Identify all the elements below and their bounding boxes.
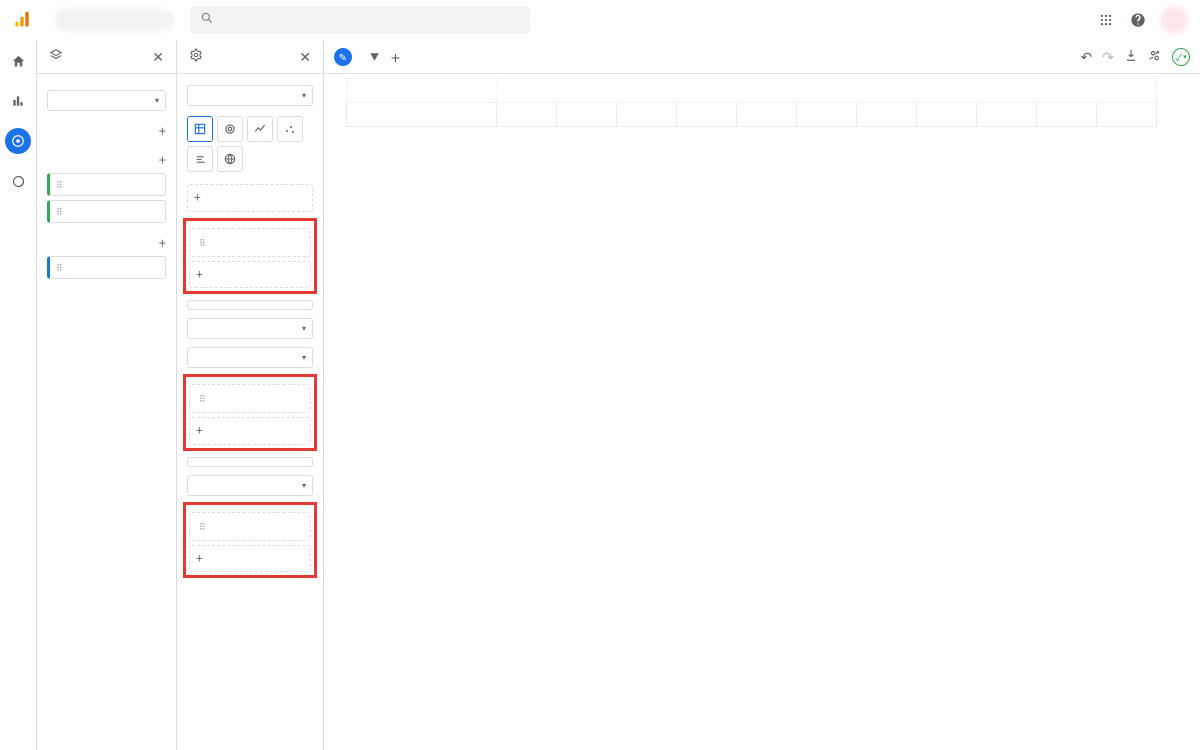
help-icon[interactable] bbox=[1124, 6, 1152, 34]
chevron-down-icon: ▾ bbox=[155, 95, 159, 106]
redo-icon[interactable]: ↷ bbox=[1102, 47, 1114, 67]
close-icon[interactable]: ✕ bbox=[299, 47, 311, 67]
rows-highlight: ⠿ + bbox=[183, 218, 317, 295]
left-rail bbox=[0, 40, 36, 750]
start-row-input[interactable] bbox=[187, 300, 313, 310]
result-table bbox=[334, 78, 1157, 127]
apps-icon[interactable] bbox=[1092, 6, 1120, 34]
metric-chip[interactable]: ⠿ bbox=[47, 256, 166, 279]
viz-donut-icon[interactable] bbox=[217, 116, 243, 142]
values-metric-drop[interactable]: + bbox=[189, 545, 311, 573]
cols-highlight: ⠿ + bbox=[183, 374, 317, 451]
segment-dropzone[interactable]: + bbox=[187, 184, 313, 212]
edit-icon: ✎ bbox=[334, 48, 352, 66]
add-metric-button[interactable]: + bbox=[159, 233, 166, 252]
technique-select[interactable]: ▾ bbox=[187, 85, 313, 106]
add-tab-button[interactable]: + bbox=[391, 45, 400, 69]
cols-dropzone[interactable]: ⠿ bbox=[189, 384, 311, 413]
show-rows-select[interactable]: ▾ bbox=[187, 318, 313, 339]
layers-icon bbox=[49, 48, 63, 66]
add-metric-col[interactable] bbox=[1097, 103, 1157, 127]
dimension-chip[interactable]: ⠿ bbox=[47, 173, 166, 196]
values-highlight: ⠿ + bbox=[183, 502, 317, 579]
viz-scatter-icon[interactable] bbox=[277, 116, 303, 142]
rows-dimension-drop[interactable]: + bbox=[189, 261, 311, 289]
share-icon[interactable] bbox=[1148, 47, 1162, 67]
gear-icon bbox=[189, 48, 203, 66]
nested-select[interactable]: ▾ bbox=[187, 347, 313, 368]
close-icon[interactable]: ✕ bbox=[152, 47, 164, 67]
chevron-down-icon: ▼ bbox=[370, 50, 379, 63]
avatar[interactable] bbox=[1160, 6, 1188, 34]
search-icon bbox=[200, 11, 214, 29]
start-col-input[interactable] bbox=[187, 457, 313, 467]
viz-geo-icon[interactable] bbox=[217, 146, 243, 172]
metric-col-header bbox=[497, 103, 557, 127]
rail-explore-icon[interactable] bbox=[5, 128, 31, 154]
analytics-logo-icon bbox=[12, 10, 32, 30]
drag-icon: ⠿ bbox=[56, 178, 62, 191]
rows-dropzone[interactable]: ⠿ bbox=[189, 228, 311, 257]
date-range-selector[interactable]: ▾ bbox=[47, 90, 166, 111]
dimension-chip[interactable]: ⠿ bbox=[47, 200, 166, 223]
drag-icon: ⠿ bbox=[56, 205, 62, 218]
download-icon[interactable] bbox=[1124, 47, 1138, 67]
add-segment-button[interactable]: + bbox=[159, 121, 166, 140]
viz-table-icon[interactable] bbox=[187, 116, 213, 142]
rail-advertising-icon[interactable] bbox=[5, 168, 31, 194]
search-input[interactable] bbox=[190, 6, 530, 34]
values-dropzone[interactable]: ⠿ bbox=[189, 512, 311, 541]
show-cols-select[interactable]: ▾ bbox=[187, 475, 313, 496]
undo-icon[interactable]: ↶ bbox=[1081, 47, 1093, 67]
property-selector[interactable] bbox=[54, 9, 174, 31]
cols-dimension-drop[interactable]: + bbox=[189, 417, 311, 445]
tab-freeform[interactable]: ✎ ▼ bbox=[334, 48, 379, 66]
status-check-icon[interactable]: ✓▾ bbox=[1172, 48, 1190, 66]
drag-icon: ⠿ bbox=[56, 261, 62, 274]
rail-home-icon[interactable] bbox=[5, 48, 31, 74]
viz-line-icon[interactable] bbox=[247, 116, 273, 142]
viz-bar-icon[interactable] bbox=[187, 146, 213, 172]
rail-reports-icon[interactable] bbox=[5, 88, 31, 114]
add-dimension-button[interactable]: + bbox=[159, 150, 166, 169]
